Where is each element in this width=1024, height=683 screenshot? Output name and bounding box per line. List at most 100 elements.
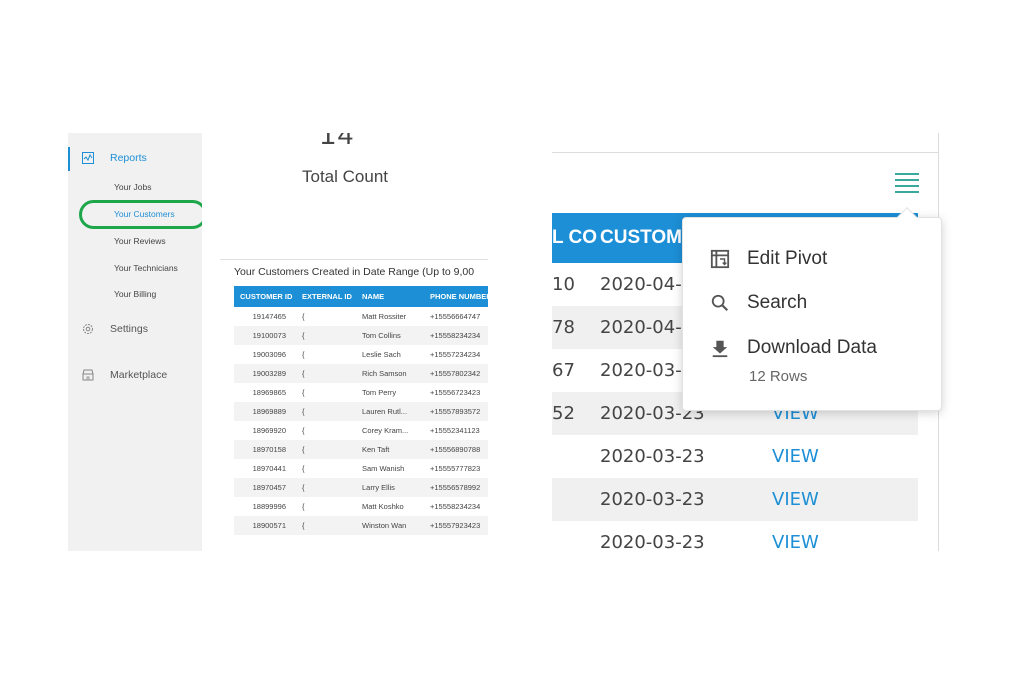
- menu-item-label: Download Data: [747, 337, 877, 358]
- table-row[interactable]: 18969889{Lauren Rutl... +15557893572: [234, 402, 488, 421]
- column-header-phone[interactable]: PHONE NUMBER: [424, 286, 488, 307]
- cell-customer-id: 18970441: [252, 464, 286, 473]
- view-link[interactable]: VIEW: [772, 532, 918, 551]
- cell-phone: +15556664747: [430, 312, 481, 321]
- cell-external-id: {: [302, 350, 305, 359]
- cell-external-id: {: [302, 426, 305, 435]
- table-row[interactable]: 18970441 { Sam Wanish +15555777823: [234, 459, 488, 478]
- table-row[interactable]: 18899996 {Matt Koshko +15558234234: [234, 497, 488, 516]
- sidebar-item-marketplace[interactable]: Marketplace: [82, 369, 167, 381]
- cell-external-id: {: [302, 312, 305, 321]
- reports-panel: Reports Your Jobs Your Customers Your Re…: [68, 133, 488, 551]
- gear-icon: [82, 323, 94, 335]
- view-link[interactable]: VIEW: [772, 446, 918, 467]
- table-row[interactable]: 19003289{Rich Samson +15557802342: [234, 364, 488, 383]
- view-link[interactable]: VIEW: [772, 489, 918, 510]
- table-row[interactable]: 18900571{Winston Wan +15557923423: [234, 516, 488, 535]
- sidebar-item-your-customers[interactable]: Your Customers: [114, 209, 175, 219]
- cell-external-id: {: [296, 326, 356, 345]
- cell-phone: +15557923423: [424, 516, 488, 535]
- cell-external-id: {: [302, 502, 305, 511]
- divider: [220, 259, 488, 260]
- cell-phone: +15556890788: [424, 440, 488, 459]
- cell-customer-id: 18970158: [234, 440, 296, 459]
- download-data-menu-item[interactable]: Download Data: [709, 337, 877, 359]
- table-row[interactable]: 18970158{Ken Taft +15556890788: [234, 440, 488, 459]
- cell-phone: +15558234234: [430, 502, 481, 511]
- cell-name: Rich Samson: [356, 364, 424, 383]
- sidebar-item-your-jobs[interactable]: Your Jobs: [114, 182, 152, 192]
- download-icon: [709, 337, 731, 359]
- cell-count: 52: [552, 403, 575, 424]
- options-dropdown: Edit Pivot Search Download Data 12 Rows: [682, 207, 942, 411]
- cell-phone: +15557234234: [430, 350, 481, 359]
- table-row: 2020-03-23 VIEW: [552, 521, 918, 551]
- cell-count: 67: [552, 360, 575, 381]
- cell-customer-id: 19003289: [234, 364, 296, 383]
- cell-name: Winston Wan: [356, 516, 424, 535]
- sidebar-item-settings[interactable]: Settings: [82, 323, 148, 335]
- table-row[interactable]: 19100073{Tom Collins +15558234234: [234, 326, 488, 345]
- divider: [552, 152, 938, 153]
- cell-phone: +15557893572: [424, 402, 488, 421]
- cell-phone: +15558234234: [424, 326, 488, 345]
- table-row[interactable]: 19003096 {Leslie Sach +15557234234: [234, 345, 488, 364]
- cell-name: Tom Perry: [362, 388, 397, 397]
- cell-phone: +15556723423: [430, 388, 481, 397]
- table-row: 2020-03-23 VIEW: [552, 478, 918, 521]
- table-row[interactable]: 18969920 {Corey Kram... +15552341123: [234, 421, 488, 440]
- sidebar-item-your-reviews[interactable]: Your Reviews: [114, 236, 166, 246]
- hamburger-menu-icon[interactable]: [895, 173, 919, 193]
- table-row: 2020-03-23 VIEW: [552, 435, 918, 478]
- cell-count: 10: [552, 274, 575, 295]
- cell-customer-id: 18969865: [252, 388, 286, 397]
- search-menu-item[interactable]: Search: [709, 292, 807, 314]
- column-header[interactable]: L CO: [552, 227, 600, 249]
- cell-name: Larry Ellis: [356, 478, 424, 497]
- total-count-value: 14: [320, 133, 356, 150]
- cell-name: Sam Wanish: [362, 464, 405, 473]
- table-row[interactable]: 19147465 { Matt Rossiter +15556664747: [234, 307, 488, 326]
- column-header-name[interactable]: NAME: [356, 286, 424, 307]
- menu-item-label: Edit Pivot: [747, 248, 828, 269]
- cell-name: Tom Collins: [356, 326, 424, 345]
- total-count-label: Total Count: [302, 167, 388, 186]
- column-header-customer-id[interactable]: CUSTOMER ID: [234, 286, 296, 307]
- cell-customer-id: 18900571: [234, 516, 296, 535]
- cell-customer-id: 19147465: [252, 312, 286, 321]
- cell-name: Corey Kram...: [362, 426, 409, 435]
- cell-phone: +15556578992: [424, 478, 488, 497]
- column-header-external-id[interactable]: EXTERNAL ID: [296, 286, 356, 307]
- table-row[interactable]: 18970457{Larry Ellis +15556578992: [234, 478, 488, 497]
- cell-customer-id: 18970457: [234, 478, 296, 497]
- cell-name: Lauren Rutl...: [356, 402, 424, 421]
- cell-external-id: {: [296, 402, 356, 421]
- sidebar-item-label: Marketplace: [110, 369, 168, 381]
- cell-date: 2020-03-23: [600, 489, 705, 510]
- sidebar: Reports Your Jobs Your Customers Your Re…: [68, 133, 202, 551]
- cell-phone: +15555777823: [430, 464, 481, 473]
- cell-external-id: {: [302, 464, 305, 473]
- cell-customer-id: 19100073: [234, 326, 296, 345]
- table-title: Your Customers Created in Date Range (Up…: [234, 266, 475, 278]
- pivot-icon: [709, 248, 731, 270]
- cell-name: Matt Koshko: [362, 502, 404, 511]
- active-indicator: [68, 147, 70, 171]
- table-header-row: CUSTOMER ID EXTERNAL ID NAME PHONE NUMBE…: [234, 286, 488, 307]
- cell-count: 78: [552, 317, 575, 338]
- chart-icon: [82, 152, 94, 164]
- search-icon: [709, 292, 731, 314]
- row-count: 12 Rows: [749, 368, 808, 385]
- sidebar-item-your-billing[interactable]: Your Billing: [114, 289, 156, 299]
- table-row[interactable]: 18969865 {Tom Perry +15556723423: [234, 383, 488, 402]
- cell-customer-id: 18969889: [234, 402, 296, 421]
- cell-date: 2020-03-23: [600, 532, 705, 551]
- edit-pivot-menu-item[interactable]: Edit Pivot: [709, 248, 827, 270]
- cell-customer-id: 19003096: [252, 350, 286, 359]
- sidebar-item-your-technicians[interactable]: Your Technicians: [114, 263, 178, 273]
- store-icon: [82, 369, 94, 381]
- cell-name: Matt Rossiter: [362, 312, 407, 321]
- sidebar-item-reports[interactable]: Reports: [82, 152, 147, 164]
- report-content: 14 Total Count Your Customers Created in…: [202, 133, 488, 551]
- cell-phone: +15552341123: [430, 426, 480, 435]
